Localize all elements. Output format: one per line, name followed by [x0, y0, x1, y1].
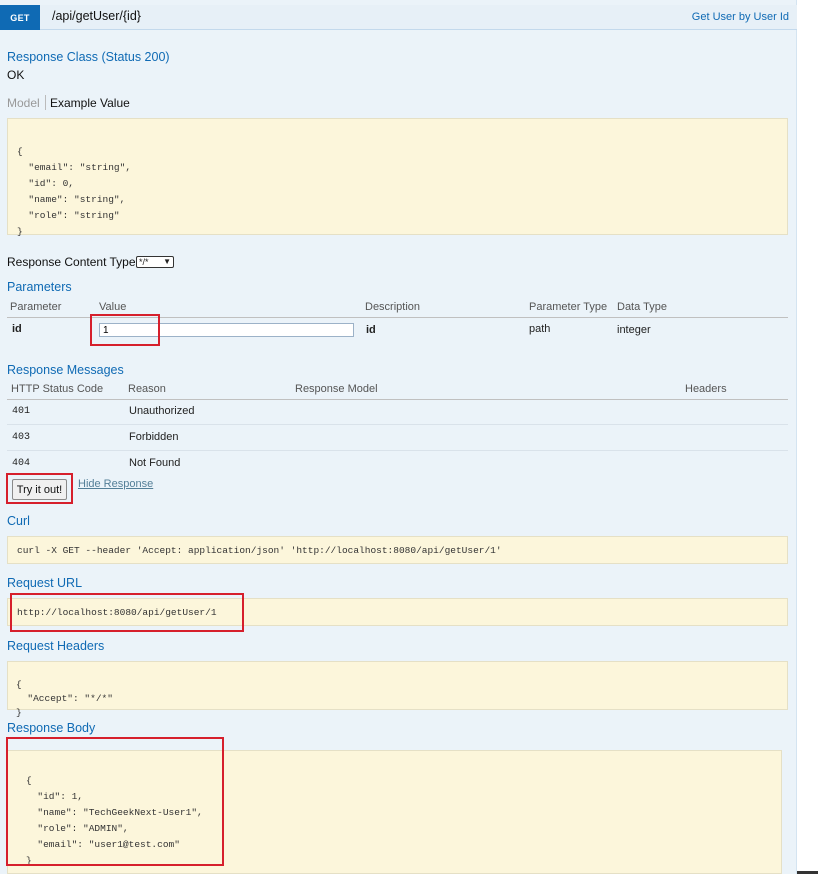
body-line: "name": "TechGeekNext-User1",	[26, 807, 203, 818]
header-line: {	[16, 679, 22, 690]
status-reason: Forbidden	[129, 431, 179, 443]
response-messages-heading: Response Messages	[7, 363, 124, 377]
content-type-label: Response Content Type	[7, 255, 136, 269]
column-header: Parameter	[10, 301, 62, 313]
status-code: 403	[12, 432, 31, 443]
param-type: path	[529, 323, 551, 335]
operation-panel: GET /api/getUser/{id} Get User by User I…	[0, 0, 797, 874]
response-body-heading: Response Body	[7, 721, 96, 735]
column-header: Description	[365, 301, 421, 313]
response-status-text: OK	[7, 68, 25, 82]
request-url-heading: Request URL	[7, 576, 83, 590]
example-value-snippet: { "email": "string", "id": 0, "name": "s…	[7, 118, 788, 237]
operation-header[interactable]: GET /api/getUser/{id} Get User by User I…	[0, 5, 797, 30]
endpoint-path[interactable]: /api/getUser/{id}	[52, 9, 141, 23]
request-headers-heading: Request Headers	[7, 639, 105, 653]
content-type-select[interactable]: */* ▼	[136, 256, 174, 268]
response-class-heading: Response Class (Status 200)	[7, 50, 170, 64]
tab-example-value[interactable]: Example Value	[50, 96, 130, 110]
curl-command: curl -X GET --header 'Accept: applicatio…	[17, 545, 502, 556]
param-id-input[interactable]	[99, 323, 354, 337]
request-url-snippet: http://localhost:8080/api/getUser/1	[7, 598, 788, 626]
row-divider	[7, 450, 788, 451]
body-line: "role": "ADMIN",	[26, 823, 129, 834]
column-header: Response Model	[295, 383, 378, 395]
row-divider	[7, 424, 788, 425]
example-line: }	[17, 226, 23, 237]
curl-snippet: curl -X GET --header 'Accept: applicatio…	[7, 536, 788, 564]
response-body-code: { "id": 1, "name": "TechGeekNext-User1",…	[26, 757, 203, 869]
chevron-down-icon: ▼	[163, 257, 171, 266]
parameters-heading: Parameters	[7, 280, 72, 294]
body-line: "email": "user1@test.com"	[26, 839, 180, 850]
request-url-value: http://localhost:8080/api/getUser/1	[17, 607, 217, 618]
hide-response-link[interactable]: Hide Response	[78, 478, 153, 490]
column-header: Parameter Type	[529, 301, 608, 313]
example-value-code: { "email": "string", "id": 0, "name": "s…	[17, 128, 131, 240]
parameters-table-header: Parameter Value Description Parameter Ty…	[7, 300, 788, 318]
example-line: {	[17, 146, 23, 157]
body-line: }	[26, 855, 32, 866]
example-line: "id": 0,	[17, 178, 75, 189]
request-headers-snippet: { "Accept": "*/*" }	[7, 661, 788, 718]
request-headers-code: { "Accept": "*/*" }	[16, 664, 113, 720]
param-name: id	[12, 323, 22, 335]
tab-model[interactable]: Model	[7, 96, 40, 110]
column-header: Headers	[685, 383, 727, 395]
curl-heading: Curl	[7, 514, 30, 528]
example-line: "name": "string",	[17, 194, 126, 205]
example-line: "email": "string",	[17, 162, 132, 173]
status-code: 404	[12, 458, 31, 469]
column-header: HTTP Status Code	[11, 383, 104, 395]
tab-divider	[45, 95, 46, 110]
response-body-snippet: { "id": 1, "name": "TechGeekNext-User1",…	[7, 750, 782, 874]
column-header: Reason	[128, 383, 166, 395]
header-line: "Accept": "*/*"	[16, 693, 113, 704]
column-header: Value	[99, 301, 127, 313]
status-reason: Not Found	[129, 457, 181, 469]
http-method-badge[interactable]: GET	[0, 5, 40, 30]
response-messages-table-header: HTTP Status Code Reason Response Model H…	[7, 382, 788, 400]
body-line: {	[26, 775, 32, 786]
example-line: "role": "string"	[17, 210, 120, 221]
status-reason: Unauthorized	[129, 405, 195, 417]
endpoint-summary-link[interactable]: Get User by User Id	[692, 11, 789, 23]
body-line: "id": 1,	[26, 791, 84, 802]
status-code: 401	[12, 406, 31, 417]
content-type-value: */*	[139, 257, 149, 267]
column-header: Data Type	[617, 301, 667, 313]
param-data-type: integer	[617, 324, 651, 336]
page-gutter	[797, 0, 818, 874]
param-description: id	[366, 324, 376, 336]
try-it-out-button[interactable]: Try it out!	[12, 479, 67, 500]
header-line: }	[16, 707, 22, 718]
